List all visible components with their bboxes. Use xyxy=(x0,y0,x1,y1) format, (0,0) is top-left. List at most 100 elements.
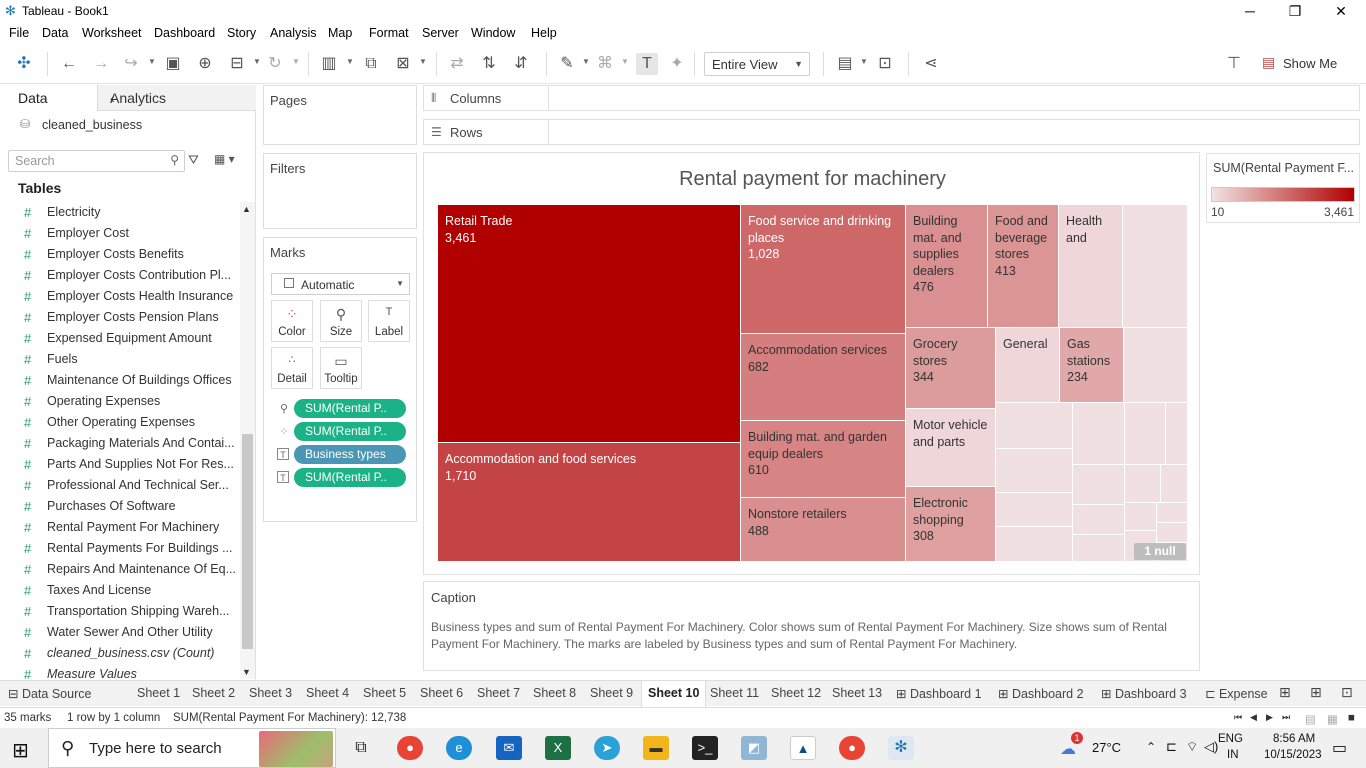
app-icon[interactable]: ◩ xyxy=(741,736,767,760)
treemap-cell[interactable]: Nonstore retailers 488 xyxy=(741,498,906,562)
sheet-tab[interactable]: Sheet 7 xyxy=(477,686,520,700)
new-dashboard-icon[interactable]: ⊞ xyxy=(1310,684,1322,701)
clock-date[interactable]: 10/15/2023 xyxy=(1264,749,1322,761)
weather-temp[interactable]: 27°C xyxy=(1092,740,1121,755)
treemap-cell-small[interactable] xyxy=(1125,503,1157,531)
field-rental-payments-for-buildings[interactable]: # Rental Payments For Buildings ... xyxy=(0,538,240,559)
field-employer-costs-benefits[interactable]: # Employer Costs Benefits xyxy=(0,244,240,265)
menu-story[interactable]: Story xyxy=(227,26,256,40)
minimize-button[interactable]: ─ xyxy=(1227,0,1273,22)
treemap-cell[interactable]: Building mat. and supplies dealers 476 xyxy=(906,205,988,328)
sheet-tab[interactable]: Sheet 12 xyxy=(771,686,821,700)
menu-file[interactable]: File xyxy=(9,26,29,40)
treemap-cell[interactable]: Retail Trade 3,461 xyxy=(438,205,741,443)
color-pill[interactable]: SUM(Rental P.. xyxy=(294,422,406,441)
treemap-cell[interactable]: Accommodation and food services 1,710 xyxy=(438,443,741,562)
field-purchases-of-software[interactable]: # Purchases Of Software xyxy=(0,496,240,517)
field-employer-costs-contribution[interactable]: # Employer Costs Contribution Pl... xyxy=(0,265,240,286)
show-me-button[interactable]: Show Me xyxy=(1283,56,1337,71)
save-icon[interactable]: ▣ xyxy=(162,53,184,75)
language-top[interactable]: ENG xyxy=(1218,733,1243,745)
grid-view-icon[interactable]: ▦ xyxy=(1327,712,1338,726)
field-list-scrollbar[interactable]: ▲ ▼ xyxy=(240,202,255,679)
chevron-down-icon[interactable]: ▼ xyxy=(860,57,868,66)
treemap-cell-small[interactable] xyxy=(1123,205,1188,328)
treemap-cell-small[interactable] xyxy=(1125,403,1166,465)
chevron-down-icon[interactable]: ▼ xyxy=(346,57,354,66)
prev-sheet-icon[interactable]: ◀ xyxy=(1250,712,1257,723)
sort-descending-icon[interactable]: ⇵ xyxy=(510,53,532,75)
close-button[interactable]: ✕ xyxy=(1318,0,1364,22)
treemap-cell-small[interactable] xyxy=(1073,465,1125,505)
label-button[interactable]: T Label xyxy=(368,300,410,342)
replay-icon[interactable]: ↪ xyxy=(120,53,142,75)
first-sheet-icon[interactable]: ⏮ xyxy=(1234,712,1242,723)
chevron-down-icon[interactable]: ▼ xyxy=(292,57,300,66)
field-rental-payment-for-machinery[interactable]: # Rental Payment For Machinery xyxy=(0,517,240,538)
treemap-cell-small[interactable] xyxy=(1124,328,1188,403)
menu-server[interactable]: Server xyxy=(422,26,459,40)
chevron-up-icon[interactable]: ⌃ xyxy=(1146,740,1156,754)
treemap-cell-small[interactable] xyxy=(1125,465,1161,503)
field-repairs-and-maintenance[interactable]: # Repairs And Maintenance Of Eq... xyxy=(0,559,240,580)
file-explorer-icon[interactable]: ▬ xyxy=(643,736,669,760)
new-story-icon[interactable]: ⊡ xyxy=(1341,684,1353,701)
field-other-operating-expenses[interactable]: # Other Operating Expenses xyxy=(0,412,240,433)
menu-dashboard[interactable]: Dashboard xyxy=(154,26,215,40)
null-indicator[interactable]: 1 null xyxy=(1134,543,1186,560)
undo-icon[interactable]: ← xyxy=(58,53,80,75)
treemap-cell[interactable]: Food service and drinking places 1,028 xyxy=(741,205,906,334)
windows-start-icon[interactable]: ⊞ xyxy=(12,738,29,763)
group-icon[interactable]: ⌘ xyxy=(594,53,616,75)
size-button[interactable]: ⚲ Size xyxy=(320,300,362,342)
data-source-tab[interactable]: ⊟ Data Source xyxy=(8,686,91,701)
treemap-cell-small[interactable] xyxy=(996,403,1073,449)
tab-analytics[interactable]: Analytics ‹ xyxy=(97,85,256,111)
treemap-cell[interactable]: Grocery stores 344 xyxy=(906,328,996,409)
telegram-icon[interactable]: ➤ xyxy=(594,736,620,760)
sheet-tab[interactable]: Sheet 4 xyxy=(306,686,349,700)
dashboard-tab[interactable]: ⊞ Dashboard 1 xyxy=(896,686,982,701)
tableau-start-icon[interactable]: ✣ xyxy=(13,53,35,75)
chevron-down-icon[interactable]: ▼ xyxy=(621,57,629,66)
field-employer-cost[interactable]: # Employer Cost xyxy=(0,223,240,244)
chevron-down-icon[interactable]: ▼ xyxy=(582,57,590,66)
chevron-down-icon[interactable]: ▼ xyxy=(419,57,427,66)
chevron-down-icon[interactable]: ▼ xyxy=(148,57,156,66)
maximize-button[interactable]: ❐ xyxy=(1272,0,1318,22)
treemap-cell[interactable]: Gas stations 234 xyxy=(1060,328,1124,403)
tab-view-icon[interactable]: ■ xyxy=(1348,712,1355,724)
network-icon[interactable]: ⊏ xyxy=(1166,739,1177,755)
collapse-pane-icon[interactable]: ‹ xyxy=(110,90,250,106)
field-count[interactable]: # cleaned_business.csv (Count) xyxy=(0,643,240,664)
show-cards-icon[interactable]: ▤ xyxy=(834,53,856,75)
menu-format[interactable]: Format xyxy=(369,26,409,40)
treemap-cell-small[interactable] xyxy=(1157,503,1188,523)
sheet-tab-active[interactable]: Sheet 10 xyxy=(641,681,707,707)
scroll-up-icon[interactable]: ▲ xyxy=(242,204,251,214)
excel-icon[interactable]: X xyxy=(545,736,571,760)
mark-type-dropdown[interactable]: Automatic ▼ xyxy=(271,273,410,295)
label-pill[interactable]: SUM(Rental P.. xyxy=(294,468,406,487)
sheet-tab[interactable]: Sheet 2 xyxy=(192,686,235,700)
business-types-pill[interactable]: Business types xyxy=(294,445,406,464)
field-maintenance-of-buildings-offices[interactable]: # Maintenance Of Buildings Offices xyxy=(0,370,240,391)
treemap-cell-small[interactable] xyxy=(996,449,1073,493)
presentation-mode-icon[interactable]: ⊡ xyxy=(874,53,896,75)
redo-icon[interactable]: → xyxy=(90,53,112,75)
search-input[interactable]: Search ⚲ xyxy=(8,150,185,172)
volume-icon[interactable]: ◁) xyxy=(1204,739,1218,755)
sheet-tab[interactable]: Sheet 1 xyxy=(137,686,180,700)
field-transportation-shipping[interactable]: # Transportation Shipping Wareh... xyxy=(0,601,240,622)
clock-time[interactable]: 8:56 AM xyxy=(1273,733,1315,745)
chevron-down-icon[interactable]: ▼ xyxy=(253,57,261,66)
treemap-cell-small[interactable] xyxy=(1073,505,1125,535)
pages-shelf[interactable]: Pages xyxy=(263,85,417,145)
sort-ascending-icon[interactable]: ⇅ xyxy=(478,53,500,75)
sheet-tab[interactable]: Sheet 8 xyxy=(533,686,576,700)
sheet-tab[interactable]: Sheet 3 xyxy=(249,686,292,700)
sheet-tab[interactable]: Sheet 9 xyxy=(590,686,633,700)
film-strip-icon[interactable]: ▤ xyxy=(1305,712,1316,726)
tooltip-button[interactable]: ▭ Tooltip xyxy=(320,347,362,389)
scrollbar-thumb[interactable] xyxy=(242,434,253,649)
